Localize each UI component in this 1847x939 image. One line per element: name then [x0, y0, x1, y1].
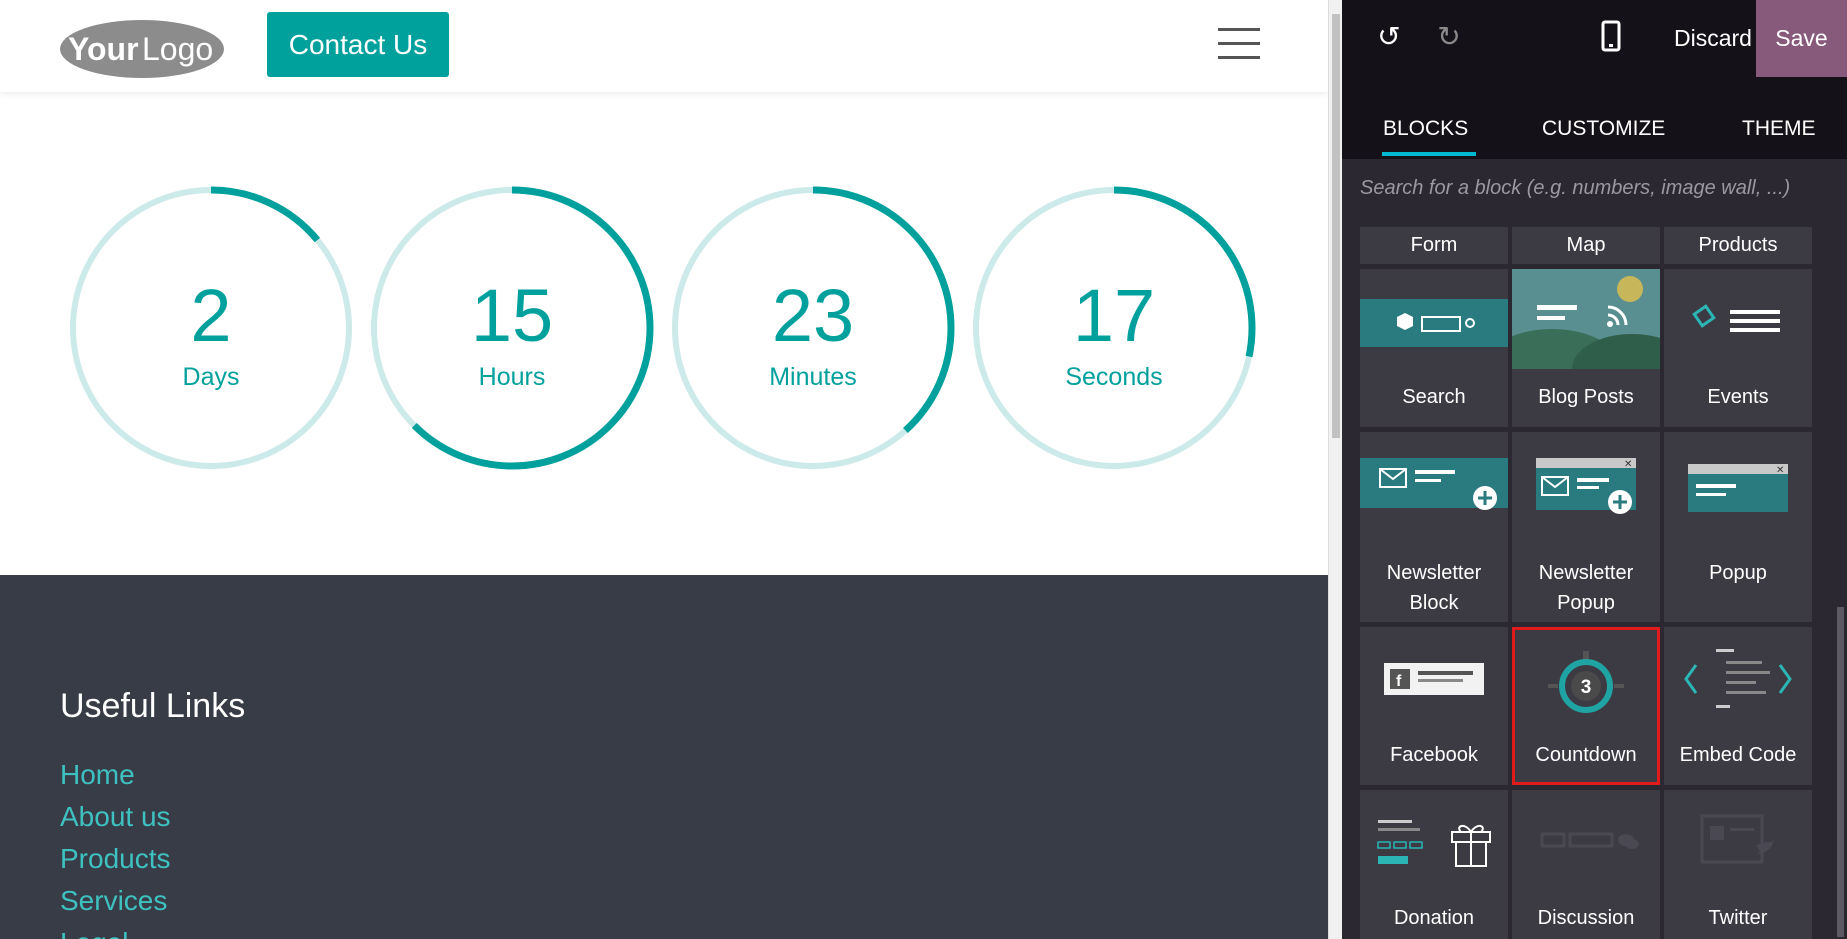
- editor-toolbar: ↺ ↻ Discard Save: [1342, 0, 1847, 77]
- block-search[interactable]: Search for a block (e.g. numbers, image …: [1342, 159, 1847, 227]
- block-popup[interactable]: ✕ Popup: [1664, 432, 1812, 622]
- block-label: Donation: [1393, 907, 1475, 929]
- block-discussion[interactable]: Discussion: [1512, 790, 1660, 939]
- discussion-block-icon: [1540, 832, 1639, 849]
- logo-text-bold: Your: [68, 31, 139, 67]
- block-facebook[interactable]: f Facebook: [1360, 627, 1508, 785]
- blog-posts-block-icon: [1512, 269, 1660, 369]
- footer-title: Useful Links: [60, 687, 246, 725]
- footer-link-legal[interactable]: Legal: [60, 927, 171, 939]
- twitter-block-icon: [1700, 814, 1774, 864]
- block-embed-code[interactable]: Embed Code: [1664, 627, 1812, 785]
- site-footer: Useful Links Home About us Products Serv…: [0, 575, 1328, 939]
- countdown-block-icon: 3: [1548, 651, 1624, 713]
- site-header: Your Logo Contact Us: [0, 0, 1328, 92]
- discard-button[interactable]: Discard: [1658, 0, 1768, 77]
- active-tab-underline: [1382, 152, 1476, 156]
- block-label: Blog Posts: [1538, 386, 1634, 408]
- countdown-minutes: 23 Minutes: [668, 183, 958, 473]
- footer-link-about[interactable]: About us: [60, 801, 171, 843]
- countdown-label: Days: [182, 363, 240, 391]
- block-label: Countdown: [1535, 744, 1637, 766]
- block-label: Events: [1707, 386, 1769, 408]
- block-newsletter-popup[interactable]: ✕ Newsletter Popup: [1512, 432, 1660, 622]
- hamburger-menu-icon[interactable]: [1218, 28, 1260, 60]
- block-label: Popup: [1709, 562, 1767, 584]
- svg-text:✕: ✕: [1776, 465, 1784, 476]
- block-search-input[interactable]: Search for a block (e.g. numbers, image …: [1360, 177, 1830, 200]
- blocks-scrollbar[interactable]: [1834, 227, 1847, 939]
- block-map[interactable]: Map: [1512, 227, 1660, 264]
- popup-block-icon: ✕: [1688, 464, 1788, 512]
- block-label: Discussion: [1537, 907, 1635, 929]
- svg-text:✕: ✕: [1624, 459, 1632, 470]
- block-twitter[interactable]: Twitter: [1664, 790, 1812, 939]
- tab-customize[interactable]: CUSTOMIZE: [1542, 117, 1665, 141]
- countdown-label: Hours: [478, 363, 546, 391]
- countdown-value: 2: [190, 274, 232, 357]
- countdown-label: Seconds: [1065, 363, 1163, 391]
- preview-scrollbar[interactable]: [1328, 0, 1342, 939]
- redo-icon[interactable]: ↻: [1432, 20, 1466, 54]
- mobile-icon[interactable]: [1596, 18, 1626, 56]
- tab-blocks[interactable]: BLOCKS: [1383, 117, 1468, 141]
- logo-text-light: Logo: [142, 31, 213, 67]
- block-events[interactable]: Events: [1664, 269, 1812, 427]
- countdown-thumb-digit: 3: [1581, 677, 1592, 698]
- footer-links: Home About us Products Services Legal: [60, 759, 171, 939]
- countdown-hours: 15 Hours: [367, 183, 657, 473]
- block-label: Products: [1698, 234, 1778, 256]
- countdown-label: Minutes: [769, 363, 857, 391]
- countdown-value: 23: [771, 274, 855, 357]
- block-label: Twitter: [1708, 907, 1768, 929]
- block-products[interactable]: Products: [1664, 227, 1812, 264]
- tab-theme[interactable]: THEME: [1742, 117, 1816, 141]
- block-blog-posts[interactable]: Blog Posts: [1512, 269, 1660, 427]
- block-search[interactable]: Search: [1360, 269, 1508, 427]
- block-form[interactable]: Form: [1360, 227, 1508, 264]
- newsletter-block-icon: [1360, 458, 1508, 510]
- block-label: Newsletter Block: [1386, 562, 1482, 614]
- editor-tabs: BLOCKS CUSTOMIZE THEME: [1342, 77, 1847, 159]
- block-newsletter-block[interactable]: Newsletter Block: [1360, 432, 1508, 622]
- footer-link-services[interactable]: Services: [60, 885, 171, 927]
- embed-code-block-icon: [1684, 649, 1792, 708]
- svg-text:f: f: [1396, 673, 1402, 690]
- countdown-days: 2 Days: [66, 183, 356, 473]
- footer-link-home[interactable]: Home: [60, 759, 171, 801]
- countdown-value: 15: [470, 274, 554, 357]
- block-label: Search: [1402, 386, 1466, 408]
- events-block-icon: [1692, 304, 1780, 332]
- scrollbar-thumb[interactable]: [1837, 607, 1844, 937]
- undo-icon[interactable]: ↺: [1372, 20, 1406, 54]
- search-block-icon: [1360, 299, 1508, 347]
- newsletter-popup-block-icon: ✕: [1536, 458, 1636, 514]
- scrollbar-thumb[interactable]: [1332, 14, 1340, 438]
- footer-link-products[interactable]: Products: [60, 843, 171, 885]
- save-button[interactable]: Save: [1756, 0, 1847, 77]
- editor-panel: ↺ ↻ Discard Save BLOCKS CUSTOMIZE THEME …: [1342, 0, 1847, 939]
- countdown-seconds: 17 Seconds: [969, 183, 1259, 473]
- website-preview: Your Logo Contact Us 2 Days 15 Hours 23 …: [0, 0, 1328, 939]
- block-label: Form: [1410, 234, 1458, 256]
- donation-block-icon: [1377, 820, 1491, 867]
- countdown-value: 17: [1072, 274, 1156, 357]
- blocks-grid: Form Map Products Search Blog Posts Even…: [1360, 227, 1812, 939]
- block-countdown[interactable]: 3 Countdown: [1512, 627, 1660, 785]
- logo[interactable]: Your Logo: [58, 18, 226, 80]
- block-donation[interactable]: Donation: [1360, 790, 1508, 939]
- contact-us-button[interactable]: Contact Us: [267, 12, 449, 77]
- block-label: Map: [1566, 234, 1606, 256]
- facebook-block-icon: f: [1384, 663, 1484, 695]
- block-label: Facebook: [1390, 744, 1478, 766]
- block-label: Newsletter Popup: [1538, 562, 1634, 614]
- block-label: Embed Code: [1679, 744, 1797, 766]
